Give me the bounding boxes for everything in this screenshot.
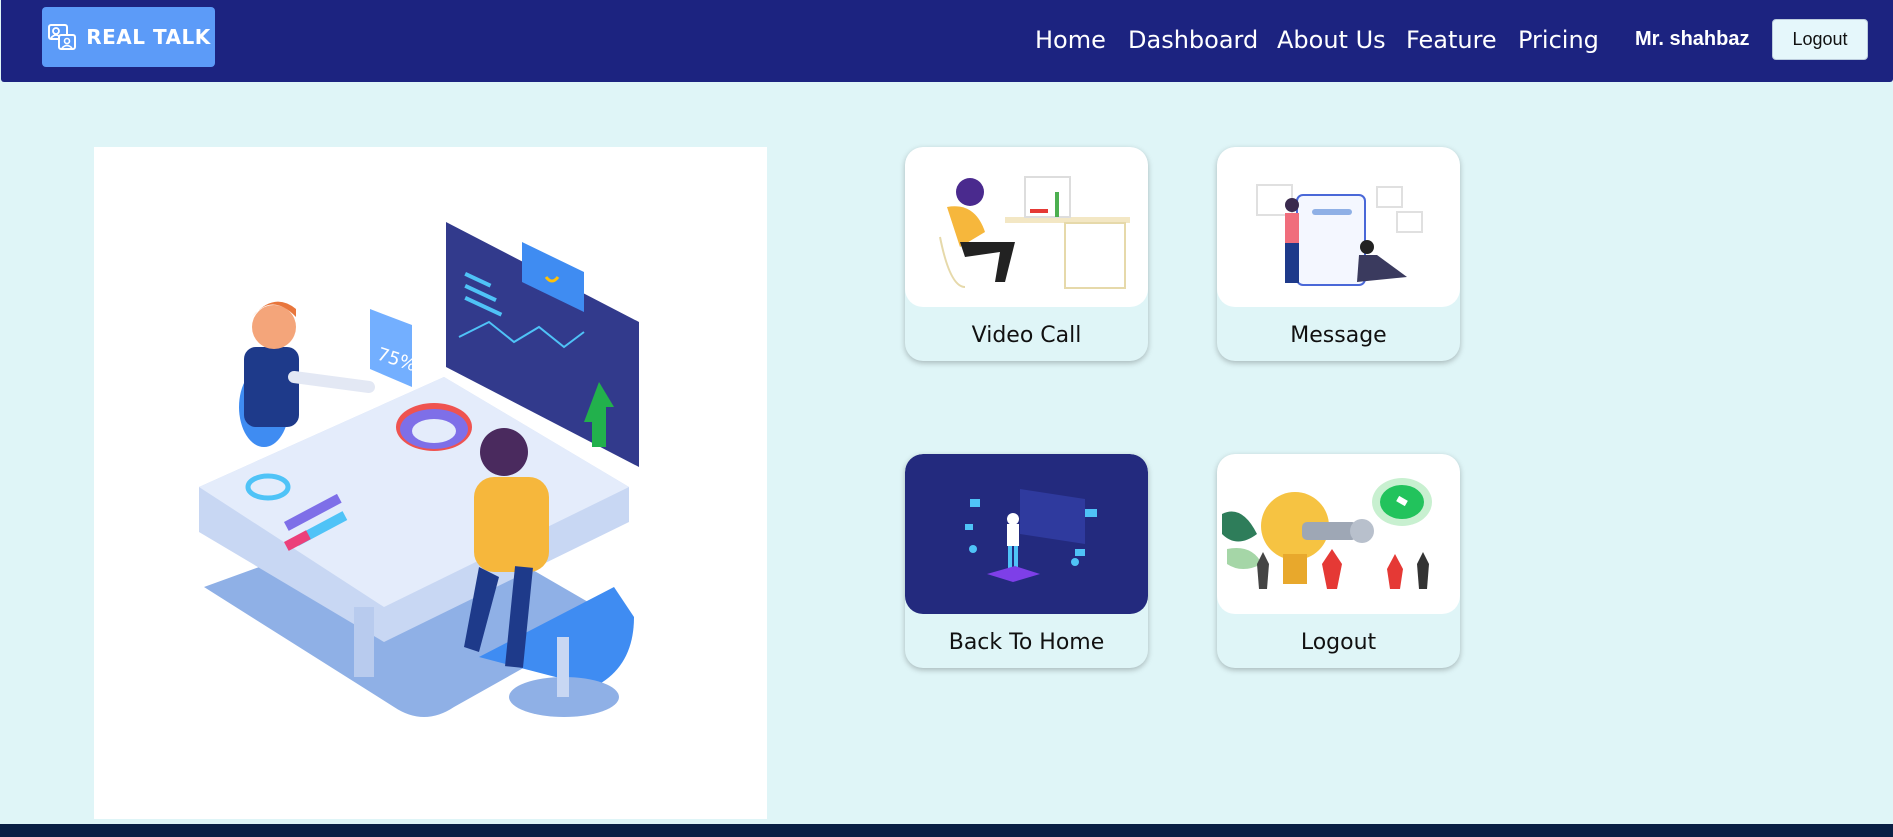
- message-illustration: [1217, 147, 1460, 307]
- logout-label: Logout: [1300, 630, 1377, 655]
- top-navbar: REAL TALK Home Dashboard About Us Featur…: [1, 0, 1893, 82]
- message-card[interactable]: Message: [1217, 147, 1460, 361]
- back-to-home-label: Back To Home: [948, 630, 1105, 655]
- nav-dashboard[interactable]: Dashboard: [1128, 26, 1258, 54]
- brand-logo-button[interactable]: REAL TALK: [42, 7, 215, 67]
- chat-people-icon: [48, 24, 77, 50]
- nav-pricing[interactable]: Pricing: [1518, 26, 1599, 54]
- user-name: Mr. shahbaz: [1635, 28, 1750, 50]
- back-to-home-card[interactable]: Back To Home: [905, 454, 1148, 668]
- nav-about-us[interactable]: About Us: [1277, 26, 1386, 54]
- nav-feature[interactable]: Feature: [1406, 26, 1497, 54]
- nav-home[interactable]: Home: [1035, 26, 1106, 54]
- back-to-home-illustration: [905, 454, 1148, 614]
- logout-button[interactable]: Logout: [1772, 19, 1868, 60]
- video-call-card[interactable]: Video Call: [905, 147, 1148, 361]
- footer-bar: [0, 824, 1893, 837]
- business-meeting-illustration: 75%: [199, 222, 639, 717]
- video-call-label: Video Call: [971, 323, 1082, 348]
- hero-illustration: 75%: [94, 147, 767, 819]
- logout-card[interactable]: Logout: [1217, 454, 1460, 668]
- message-label: Message: [1290, 323, 1387, 348]
- logout-illustration: [1217, 454, 1460, 614]
- brand-name: REAL TALK: [86, 25, 211, 49]
- video-call-illustration: [905, 147, 1148, 307]
